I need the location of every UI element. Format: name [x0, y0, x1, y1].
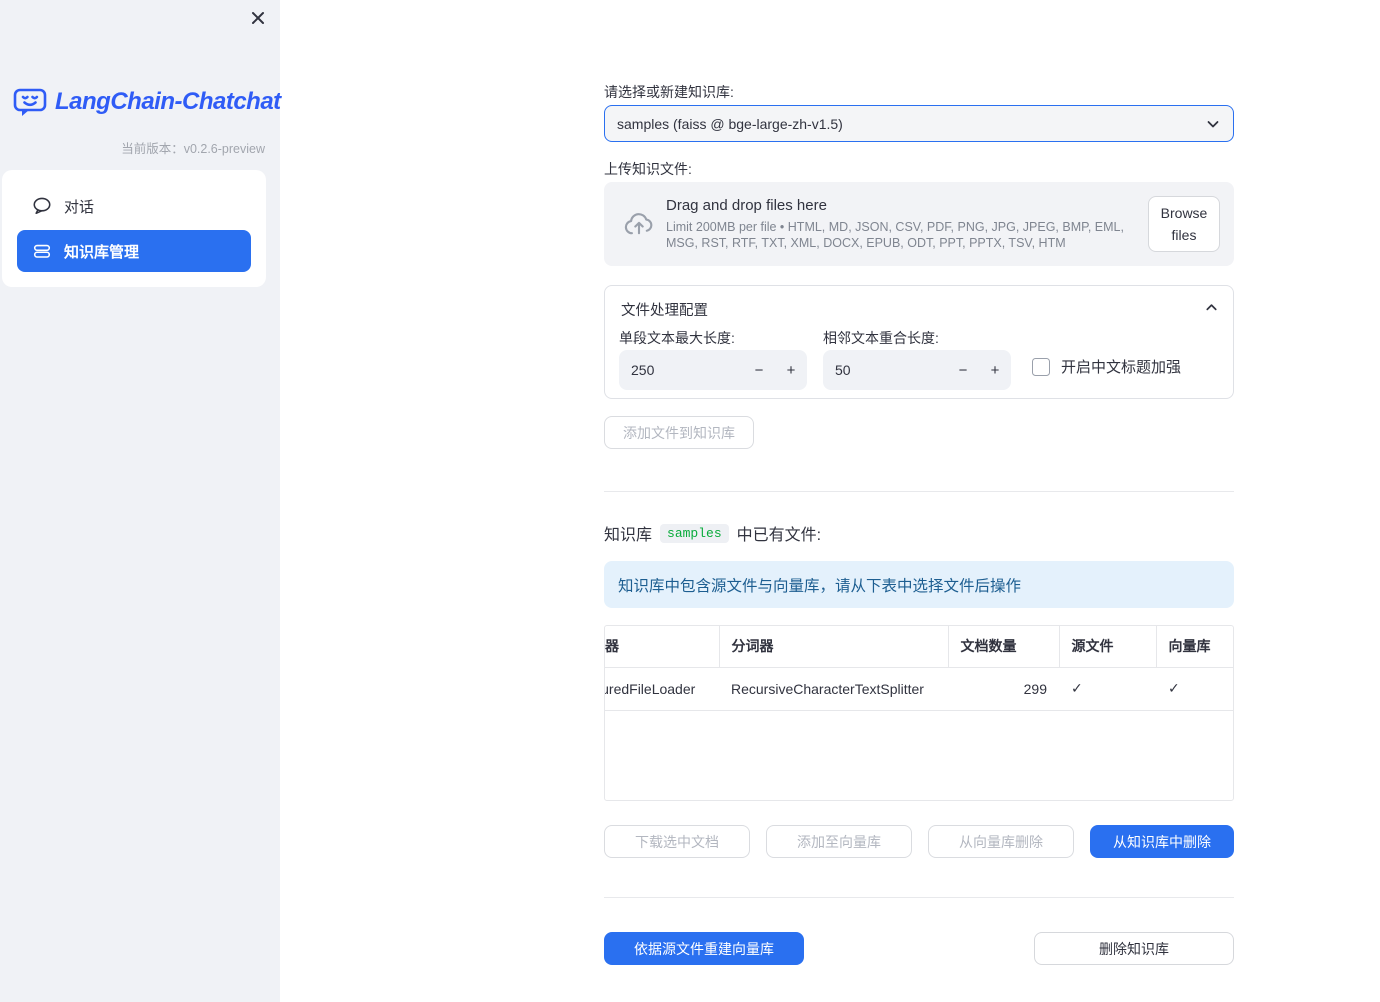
zh-title-enhance[interactable]: 开启中文标题加强 — [1032, 356, 1181, 377]
kb-files-prefix: 知识库 — [604, 527, 653, 544]
sidebar-item-knowledge-base[interactable]: 知识库管理 — [17, 230, 251, 272]
cell-vector-check: ✓ — [1156, 667, 1233, 711]
upload-label: 上传知识文件: — [604, 161, 692, 177]
file-action-buttons: 下载选中文档 添加至向量库 从向量库删除 从知识库中删除 — [604, 825, 1234, 858]
col-splitter[interactable]: 分词器 — [719, 626, 949, 668]
knowledge-base-icon — [32, 241, 52, 261]
dropzone-limit: Limit 200MB per file • HTML, MD, JSON, C… — [666, 220, 1124, 251]
kb-name-code: samples — [660, 523, 729, 543]
kb-files-heading: 知识库 samples 中已有文件: — [604, 521, 1234, 545]
overlap-size-input[interactable]: 50 − + — [823, 350, 1011, 390]
chat-bubble-icon — [32, 196, 52, 216]
add-files-button[interactable]: 添加文件到知识库 — [604, 416, 754, 449]
delete-from-kb-button[interactable]: 从知识库中删除 — [1090, 825, 1234, 858]
col-doc-count[interactable]: 文档数量 — [948, 626, 1060, 668]
sidebar-item-label: 对话 — [64, 198, 95, 216]
overlap-size-value: 50 — [835, 362, 851, 378]
table-row[interactable]: UnstructuredFileLoader RecursiveCharacte… — [605, 667, 1233, 711]
version-text: 当前版本：v0.2.6-preview — [121, 142, 265, 156]
plus-button[interactable]: + — [775, 350, 807, 390]
checkbox-unchecked[interactable] — [1032, 357, 1050, 376]
col-vector-store[interactable]: 向量库 — [1156, 626, 1233, 668]
divider — [604, 491, 1234, 492]
expander-title[interactable]: 文件处理配置 — [621, 299, 708, 320]
add-to-vector-store-button[interactable]: 添加至向量库 — [766, 825, 912, 858]
sidebar-menu: 对话 知识库管理 — [2, 170, 266, 287]
kb-select[interactable]: samples (faiss @ bge-large-zh-v1.5) — [604, 105, 1234, 142]
minus-button[interactable]: − — [743, 350, 775, 390]
kb-select-label: 请选择或新建知识库: — [604, 84, 734, 100]
delete-kb-button[interactable]: 删除知识库 — [1034, 932, 1234, 965]
kb-select-value: samples (faiss @ bge-large-zh-v1.5) — [617, 115, 843, 132]
cell-source-check: ✓ — [1059, 667, 1156, 711]
file-config-expander: 文件处理配置 单段文本最大长度: 250 − + 相邻文本重合长度: 50 − … — [604, 285, 1234, 399]
chevron-down-icon — [1205, 116, 1221, 132]
chunk-size-label: 单段文本最大长度: — [619, 330, 735, 346]
app-title: LangChain-Chatchat — [55, 88, 281, 115]
dropzone-title: Drag and drop files here — [666, 197, 827, 214]
chevron-up-icon[interactable] — [1204, 300, 1219, 315]
sidebar-item-dialogue[interactable]: 对话 — [17, 185, 251, 227]
kb-files-suffix: 中已有文件: — [736, 527, 822, 544]
chunk-size-value: 250 — [631, 362, 655, 378]
main-content: 请选择或新建知识库: samples (faiss @ bge-large-zh… — [604, 0, 1234, 1002]
app-logo: LangChain-Chatchat — [12, 86, 281, 118]
cell-doc-count: 299 — [948, 667, 1059, 711]
rebuild-vector-store-button[interactable]: 依据源文件重建向量库 — [604, 932, 804, 965]
sidebar: LangChain-Chatchat 当前版本：v0.2.6-preview 对… — [0, 0, 281, 1002]
chunk-size-input[interactable]: 250 − + — [619, 350, 807, 390]
overlap-size-label: 相邻文本重合长度: — [823, 330, 939, 346]
cloud-upload-icon — [622, 207, 656, 241]
divider — [604, 897, 1234, 898]
zh-title-enhance-label: 开启中文标题加强 — [1061, 359, 1182, 376]
sidebar-close-icon[interactable] — [248, 8, 268, 28]
col-loader[interactable]: 文档加载器 — [605, 626, 720, 668]
logo-chat-icon — [12, 86, 48, 118]
files-table[interactable]: 文档加载器 分词器 文档数量 源文件 向量库 UnstructuredFileL… — [604, 625, 1234, 801]
minus-button[interactable]: − — [947, 350, 979, 390]
browse-files-button[interactable]: Browse files — [1148, 196, 1220, 252]
table-header-row: 文档加载器 分词器 文档数量 源文件 向量库 — [605, 626, 1233, 668]
file-dropzone[interactable]: Drag and drop files here Limit 200MB per… — [604, 182, 1234, 266]
download-selected-button[interactable]: 下载选中文档 — [604, 825, 750, 858]
cell-loader: UnstructuredFileLoader — [605, 667, 719, 711]
cell-splitter: RecursiveCharacterTextSplitter — [719, 667, 948, 711]
info-banner: 知识库中包含源文件与向量库，请从下表中选择文件后操作 — [604, 561, 1234, 608]
sidebar-item-label: 知识库管理 — [64, 243, 140, 261]
delete-from-vector-store-button[interactable]: 从向量库删除 — [928, 825, 1074, 858]
col-source-file[interactable]: 源文件 — [1059, 626, 1157, 668]
kb-action-buttons: 依据源文件重建向量库 删除知识库 — [604, 932, 1234, 965]
dropzone-text: Drag and drop files here Limit 200MB per… — [666, 197, 1146, 252]
plus-button[interactable]: + — [979, 350, 1011, 390]
